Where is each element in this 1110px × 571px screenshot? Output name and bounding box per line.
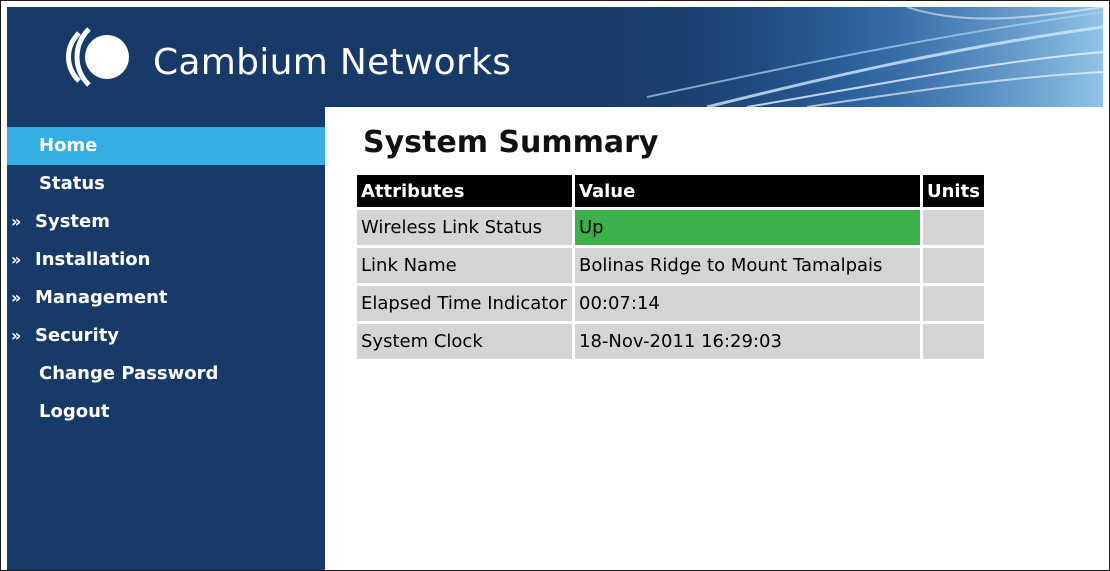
table-row: System Clock 18-Nov-2011 16:29:03 xyxy=(357,324,984,359)
sidebar-item-change-password[interactable]: Change Password xyxy=(7,355,325,393)
expand-arrow-icon: » xyxy=(11,326,22,345)
sidebar-item-label: Management xyxy=(35,287,168,308)
attribute-cell: Link Name xyxy=(357,248,572,283)
units-cell xyxy=(923,286,984,321)
column-header-units: Units xyxy=(923,175,984,207)
header-banner: Cambium Networks xyxy=(7,7,1103,107)
attribute-cell: System Clock xyxy=(357,324,572,359)
units-cell xyxy=(923,248,984,283)
cambium-logo-icon xyxy=(66,27,129,87)
sidebar-item-security[interactable]: » Security xyxy=(7,317,325,355)
expand-arrow-icon: » xyxy=(11,288,22,307)
expand-arrow-icon: » xyxy=(11,212,22,231)
link-status-value: Up xyxy=(575,210,920,245)
units-cell xyxy=(923,210,984,245)
table-row: Link Name Bolinas Ridge to Mount Tamalpa… xyxy=(357,248,984,283)
page-title: System Summary xyxy=(363,125,659,160)
sidebar-item-home[interactable]: Home xyxy=(7,127,325,165)
sidebar-item-management[interactable]: » Management xyxy=(7,279,325,317)
sidebar-item-label: Security xyxy=(35,325,120,346)
attribute-cell: Elapsed Time Indicator xyxy=(357,286,572,321)
column-header-value: Value xyxy=(575,175,920,207)
table-header-row: Attributes Value Units xyxy=(357,175,984,207)
sidebar-item-label: Status xyxy=(39,173,105,194)
value-cell: Bolinas Ridge to Mount Tamalpais xyxy=(575,248,920,283)
brand-name: Cambium Networks xyxy=(153,42,512,83)
page-frame: Cambium Networks Home Status » System » … xyxy=(0,0,1110,571)
units-cell xyxy=(923,324,984,359)
table-row: Elapsed Time Indicator 00:07:14 xyxy=(357,286,984,321)
value-cell: 00:07:14 xyxy=(575,286,920,321)
sidebar-item-installation[interactable]: » Installation xyxy=(7,241,325,279)
sidebar-item-label: Change Password xyxy=(39,363,219,384)
value-cell: 18-Nov-2011 16:29:03 xyxy=(575,324,920,359)
table-row: Wireless Link Status Up xyxy=(357,210,984,245)
sidebar-item-label: Installation xyxy=(35,249,151,270)
column-header-attributes: Attributes xyxy=(357,175,572,207)
attribute-cell: Wireless Link Status xyxy=(357,210,572,245)
sidebar-nav: Home Status » System » Installation » Ma… xyxy=(7,107,325,570)
sidebar-item-label: Logout xyxy=(39,401,110,422)
system-summary-table: Attributes Value Units Wireless Link Sta… xyxy=(354,172,987,362)
sidebar-item-logout[interactable]: Logout xyxy=(7,393,325,431)
sidebar-item-status[interactable]: Status xyxy=(7,165,325,203)
sidebar-item-system[interactable]: » System xyxy=(7,203,325,241)
sidebar-item-label: Home xyxy=(39,135,98,156)
expand-arrow-icon: » xyxy=(11,250,22,269)
sidebar-item-label: System xyxy=(35,211,110,232)
